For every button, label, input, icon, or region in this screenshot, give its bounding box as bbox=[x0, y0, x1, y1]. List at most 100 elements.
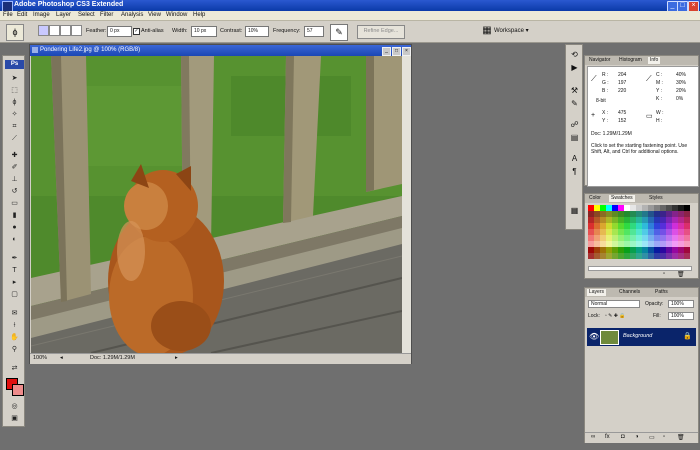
layer-mask-icon[interactable]: ◘ bbox=[621, 434, 625, 440]
measure-tool-icon[interactable]: ⟊ bbox=[7, 321, 22, 331]
tab-info[interactable]: Info bbox=[648, 57, 661, 64]
layer-comps-icon[interactable]: ▤ bbox=[568, 132, 581, 143]
info-k-value: 0% bbox=[676, 96, 684, 102]
menu-edit[interactable]: Edit bbox=[17, 12, 27, 18]
gradient-tool-icon[interactable]: ▮ bbox=[7, 211, 22, 221]
layer-row[interactable]: 👁 Background 🔒 bbox=[587, 328, 696, 346]
menu-layer[interactable]: Layer bbox=[56, 12, 71, 18]
vertical-scrollbar[interactable] bbox=[402, 56, 411, 353]
menu-select[interactable]: Select bbox=[78, 12, 95, 18]
shape-tool-icon[interactable]: ▢ bbox=[7, 290, 22, 300]
width-field[interactable]: 10 px bbox=[191, 26, 217, 37]
delete-layer-icon[interactable]: 🗑 bbox=[677, 434, 685, 441]
intersect-selection-icon[interactable] bbox=[71, 25, 82, 36]
background-color-swatch[interactable] bbox=[12, 384, 24, 396]
move-tool-icon[interactable]: ➤ bbox=[7, 74, 22, 84]
paragraph-panel-icon[interactable]: ¶ bbox=[568, 166, 581, 177]
brushes-panel-icon[interactable]: ✎ bbox=[568, 98, 581, 109]
menu-window[interactable]: Window bbox=[166, 12, 187, 18]
screen-mode-icon[interactable]: ▣ bbox=[7, 414, 22, 424]
quick-mask-icon[interactable]: ◎ bbox=[7, 402, 22, 412]
layer-name[interactable]: Background bbox=[623, 333, 652, 339]
tool-preset-picker[interactable]: ϕ bbox=[6, 24, 24, 41]
history-brush-tool-icon[interactable]: ↺ bbox=[7, 187, 22, 197]
fill-field[interactable]: 100% bbox=[668, 312, 694, 320]
workspace-menu-button[interactable]: Workspace ▾ bbox=[494, 27, 529, 34]
zoom-tool-icon[interactable]: ⚲ bbox=[7, 345, 22, 355]
antialias-checkbox[interactable]: ✓ bbox=[133, 28, 140, 35]
ps-logo[interactable]: Ps bbox=[5, 60, 24, 69]
clone-source-icon[interactable]: ☍ bbox=[568, 119, 581, 130]
actions-panel-icon[interactable]: ▶ bbox=[568, 62, 581, 73]
frequency-field[interactable]: 57 bbox=[304, 26, 324, 37]
menu-view[interactable]: View bbox=[148, 12, 161, 18]
doc-minimize-button[interactable]: _ bbox=[382, 47, 391, 56]
tab-paths[interactable]: Paths bbox=[653, 289, 670, 296]
info-m-label: M : bbox=[656, 80, 663, 86]
blend-mode-select[interactable]: Normal bbox=[588, 300, 640, 308]
pen-tool-icon[interactable]: ✒ bbox=[7, 254, 22, 264]
healing-brush-tool-icon[interactable]: ✚ bbox=[7, 151, 22, 161]
eyedropper-tool-icon[interactable]: ⟋ bbox=[7, 134, 22, 144]
adjustment-layer-icon[interactable]: ◑ bbox=[635, 434, 639, 440]
opacity-field[interactable]: 100% bbox=[668, 300, 694, 308]
menu-image[interactable]: Image bbox=[33, 12, 50, 18]
tab-styles[interactable]: Styles bbox=[647, 195, 665, 202]
tab-layers[interactable]: Layers bbox=[587, 289, 607, 296]
new-layer-icon[interactable]: ▫ bbox=[663, 434, 665, 440]
doc-size[interactable]: Doc: 1.29M/1.29M bbox=[90, 355, 135, 361]
swatch-grid[interactable] bbox=[588, 205, 690, 263]
tab-navigator[interactable]: Navigator bbox=[587, 57, 613, 64]
notes-tool-icon[interactable]: ✉ bbox=[7, 309, 22, 319]
subtract-selection-icon[interactable] bbox=[60, 25, 71, 36]
layer-visibility-eye-icon[interactable]: 👁 bbox=[589, 332, 599, 341]
stylus-pressure-button[interactable]: ✎ bbox=[330, 24, 348, 41]
refine-edge-button[interactable]: Refine Edge... bbox=[357, 25, 405, 39]
menu-filter[interactable]: Filter bbox=[100, 12, 113, 18]
swatch-cell[interactable] bbox=[684, 253, 690, 259]
menu-analysis[interactable]: Analysis bbox=[121, 12, 143, 18]
menu-file[interactable]: File bbox=[3, 12, 13, 18]
marquee-tool-icon[interactable]: ⬚ bbox=[7, 86, 22, 96]
doc-maximize-button[interactable]: □ bbox=[392, 47, 401, 56]
menu-help[interactable]: Help bbox=[193, 12, 205, 18]
link-layers-icon[interactable]: ∞ bbox=[591, 434, 595, 440]
lock-icons[interactable]: ▫ ✎ ✚ 🔒 bbox=[605, 313, 626, 319]
tab-swatches[interactable]: Swatches bbox=[609, 195, 635, 202]
zoom-level[interactable]: 100% bbox=[33, 355, 47, 361]
history-panel-icon[interactable]: ⟲ bbox=[568, 49, 581, 60]
layer-style-icon[interactable]: fx bbox=[605, 434, 610, 440]
new-selection-icon[interactable] bbox=[38, 25, 49, 36]
status-arrow-icon[interactable]: ◂ bbox=[60, 355, 63, 361]
lasso-tool-icon[interactable]: ϕ bbox=[7, 98, 22, 108]
crop-tool-icon[interactable]: ⌗ bbox=[7, 122, 22, 132]
eraser-tool-icon[interactable]: ▭ bbox=[7, 199, 22, 209]
animation-panel-icon[interactable]: ▦ bbox=[568, 205, 581, 216]
toolbox: Ps ➤ ⬚ ϕ ✧ ⌗ ⟋ ✚ ✐ ⊥ ↺ ▭ ▮ ● ◐ ✒ T ▸ ▢ ✉… bbox=[2, 55, 25, 427]
document-title-bar[interactable]: Pondering Life2.jpg @ 100% (RGB/8) _ □ × bbox=[30, 45, 411, 56]
new-group-icon[interactable]: ▭ bbox=[649, 434, 655, 441]
new-swatch-icon[interactable]: ▫ bbox=[663, 271, 665, 277]
tool-presets-icon[interactable]: ⚒ bbox=[568, 85, 581, 96]
quick-select-tool-icon[interactable]: ✧ bbox=[7, 110, 22, 120]
dodge-tool-icon[interactable]: ◐ bbox=[7, 235, 22, 245]
add-to-selection-icon[interactable] bbox=[49, 25, 60, 36]
hand-tool-icon[interactable]: ✋ bbox=[7, 333, 22, 343]
image-canvas[interactable] bbox=[31, 56, 402, 353]
swap-colors-icon[interactable]: ⇄ bbox=[7, 364, 22, 374]
clone-stamp-tool-icon[interactable]: ⊥ bbox=[7, 175, 22, 185]
brush-tool-icon[interactable]: ✐ bbox=[7, 163, 22, 173]
delete-swatch-icon[interactable]: 🗑 bbox=[677, 271, 685, 278]
type-tool-icon[interactable]: T bbox=[7, 266, 22, 276]
status-menu-icon[interactable]: ▸ bbox=[175, 355, 178, 361]
workspace-icon[interactable]: ▦ bbox=[480, 24, 494, 38]
tab-channels[interactable]: Channels bbox=[617, 289, 643, 296]
feather-field[interactable]: 0 px bbox=[107, 26, 132, 37]
path-select-tool-icon[interactable]: ▸ bbox=[7, 278, 22, 288]
tab-histogram[interactable]: Histogram bbox=[617, 57, 644, 64]
character-panel-icon[interactable]: A bbox=[568, 153, 581, 164]
blur-tool-icon[interactable]: ● bbox=[7, 223, 22, 233]
contrast-field[interactable]: 10% bbox=[245, 26, 269, 37]
tab-color[interactable]: Color bbox=[587, 195, 603, 202]
doc-close-button[interactable]: × bbox=[402, 47, 411, 56]
